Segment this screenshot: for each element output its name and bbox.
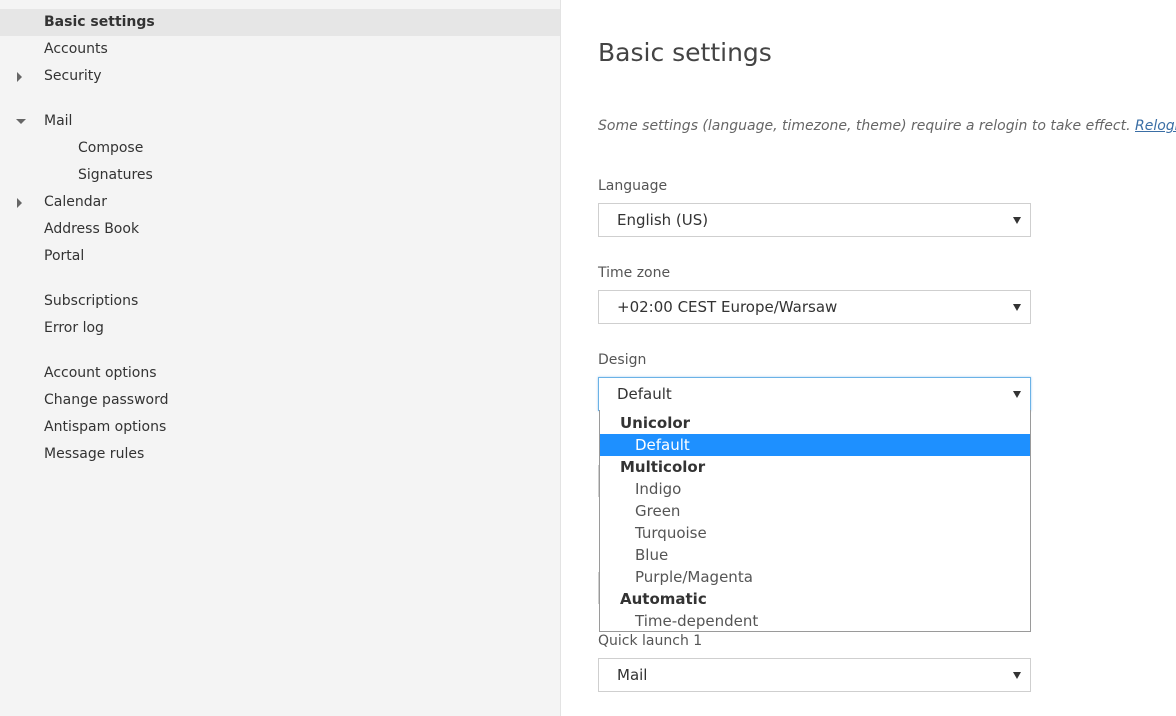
page-title: Basic settings <box>598 38 772 67</box>
quick-launch-1-label: Quick launch 1 <box>598 633 703 649</box>
sidebar-item-mail[interactable]: Mail <box>0 108 560 135</box>
option-default[interactable]: Default <box>600 434 1030 456</box>
option-blue[interactable]: Blue <box>600 544 1030 566</box>
design-dropdown-list: Unicolor Default Multicolor Indigo Green… <box>599 410 1031 632</box>
option-time-dependent[interactable]: Time-dependent <box>600 610 1030 631</box>
relogin-note-text: Some settings (language, timezone, theme… <box>598 118 1131 134</box>
design-select-value: Default <box>617 385 672 403</box>
sidebar-item-subscriptions[interactable]: Subscriptions <box>0 288 560 315</box>
caret-right-icon[interactable] <box>16 63 26 90</box>
sidebar-item-antispam-options[interactable]: Antispam options <box>0 414 560 441</box>
sidebar-item-label: Accounts <box>44 41 108 57</box>
language-label: Language <box>598 178 668 194</box>
quick-launch-1-select-value: Mail <box>617 666 648 684</box>
sidebar-item-label: Signatures <box>78 167 153 183</box>
sidebar-item-label: Compose <box>78 140 144 156</box>
timezone-select[interactable]: +02:00 CEST Europe/Warsaw <box>598 290 1031 324</box>
timezone-select-value: +02:00 CEST Europe/Warsaw <box>617 298 838 316</box>
sidebar-item-accounts[interactable]: Accounts <box>0 36 560 63</box>
sidebar-item-error-log[interactable]: Error log <box>0 315 560 342</box>
sidebar-item-calendar[interactable]: Calendar <box>0 189 560 216</box>
design-select[interactable]: Default <box>598 377 1031 411</box>
design-label: Design <box>598 352 647 368</box>
language-select-value: English (US) <box>617 211 709 229</box>
timezone-label: Time zone <box>598 265 671 281</box>
quick-launch-1-select[interactable]: Mail <box>598 658 1031 692</box>
settings-main: Basic settings Some settings (language, … <box>562 0 1176 716</box>
sidebar-item-label: Antispam options <box>44 419 167 435</box>
sidebar-item-label: Error log <box>44 320 104 336</box>
option-purple-magenta[interactable]: Purple/Magenta <box>600 566 1030 588</box>
option-indigo[interactable]: Indigo <box>600 478 1030 500</box>
caret-down-icon[interactable] <box>16 108 26 135</box>
relogin-note: Some settings (language, timezone, theme… <box>598 118 1176 134</box>
sidebar-item-label: Change password <box>44 392 169 408</box>
sidebar-item-compose[interactable]: Compose <box>0 135 560 162</box>
option-turquoise[interactable]: Turquoise <box>600 522 1030 544</box>
dropdown-arrow-icon <box>1013 304 1021 311</box>
sidebar-item-label: Portal <box>44 248 85 264</box>
sidebar-item-message-rules[interactable]: Message rules <box>0 441 560 468</box>
sidebar-item-label: Message rules <box>44 446 145 462</box>
sidebar-item-label: Mail <box>44 113 73 129</box>
sidebar-item-basic-settings[interactable]: Basic settings <box>0 9 560 36</box>
settings-sidebar: Basic settings Accounts Security Mail Co… <box>0 0 561 716</box>
language-select[interactable]: English (US) <box>598 203 1031 237</box>
sidebar-item-portal[interactable]: Portal <box>0 243 560 270</box>
optgroup-automatic: Automatic <box>620 590 707 608</box>
sidebar-item-account-options[interactable]: Account options <box>0 360 560 387</box>
option-green[interactable]: Green <box>600 500 1030 522</box>
sidebar-item-label: Basic settings <box>44 14 155 30</box>
sidebar-item-label: Security <box>44 68 102 84</box>
optgroup-multicolor: Multicolor <box>620 458 706 476</box>
sidebar-item-label: Subscriptions <box>44 293 139 309</box>
caret-right-icon[interactable] <box>16 189 26 216</box>
dropdown-arrow-icon <box>1013 672 1021 679</box>
relogin-link[interactable]: Relogin <box>1135 118 1176 134</box>
optgroup-unicolor: Unicolor <box>620 414 691 432</box>
sidebar-item-label: Account options <box>44 365 157 381</box>
sidebar-item-signatures[interactable]: Signatures <box>0 162 560 189</box>
sidebar-item-security[interactable]: Security <box>0 63 560 90</box>
sidebar-item-label: Calendar <box>44 194 107 210</box>
dropdown-arrow-icon <box>1013 217 1021 224</box>
dropdown-arrow-icon <box>1013 391 1021 398</box>
sidebar-item-address-book[interactable]: Address Book <box>0 216 560 243</box>
sidebar-item-change-password[interactable]: Change password <box>0 387 560 414</box>
sidebar-item-label: Address Book <box>44 221 140 237</box>
